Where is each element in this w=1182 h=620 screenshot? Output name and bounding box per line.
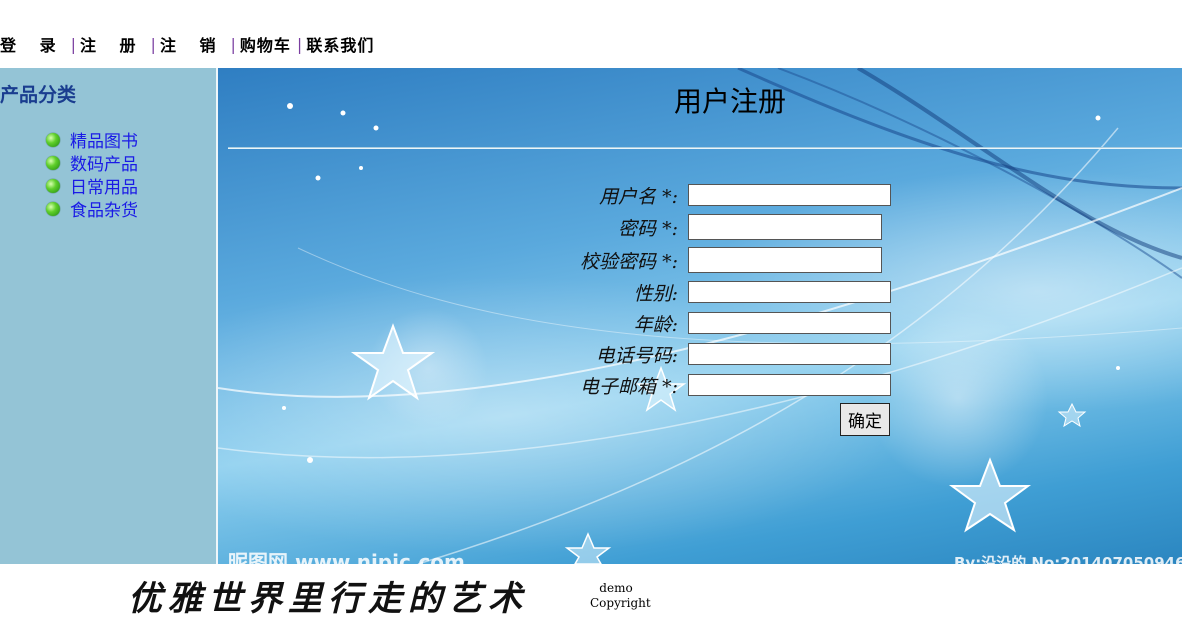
password-label: 密码 *: xyxy=(618,217,678,240)
form-row-email: 电子邮箱 *: xyxy=(218,372,1182,398)
age-label: 年龄: xyxy=(633,313,678,336)
submit-button[interactable]: 确定 xyxy=(840,403,890,436)
confirm-password-label: 校验密码 *: xyxy=(580,250,678,273)
form-row-age: 年龄: xyxy=(218,310,1182,336)
confirm-password-input[interactable] xyxy=(688,247,882,273)
category-item-books[interactable]: 精品图书 xyxy=(46,127,138,152)
nav-login[interactable]: 登 录 xyxy=(0,32,65,56)
phone-label: 电话号码: xyxy=(595,344,678,367)
nav-logout[interactable]: 注 销 xyxy=(160,32,225,56)
footer-slogan: 优雅世界里行走的艺术 xyxy=(128,579,528,619)
footer-demo-text: demo xyxy=(599,581,633,595)
green-ball-icon xyxy=(46,178,60,193)
watermark-left: 昵图网 www.nipic.com xyxy=(228,550,465,564)
nav-register[interactable]: 注 册 xyxy=(80,32,145,56)
title-divider xyxy=(228,147,1182,149)
phone-input[interactable] xyxy=(688,343,891,365)
nav-cart-link[interactable]: 购物车 xyxy=(240,32,291,56)
nav-separator: | xyxy=(70,34,76,54)
nav-contact[interactable]: 联系我们 xyxy=(306,32,374,56)
footer-copyright-text: Copyright xyxy=(590,596,651,610)
category-sidebar: 产品分类 精品图书 数码产品 日常用品 食品杂货 xyxy=(0,68,216,564)
form-row-password: 密码 *: xyxy=(218,213,1182,241)
nav-separator: | xyxy=(230,34,236,54)
category-link[interactable]: 日常用品 xyxy=(70,173,138,198)
category-list: 精品图书 数码产品 日常用品 食品杂货 xyxy=(46,127,138,221)
username-label: 用户名 *: xyxy=(599,185,678,208)
gender-input[interactable] xyxy=(688,281,891,303)
nav-contact-link[interactable]: 联系我们 xyxy=(306,32,374,56)
form-row-gender: 性别: xyxy=(218,279,1182,305)
category-item-food[interactable]: 食品杂货 xyxy=(46,196,138,221)
nav-login-link[interactable]: 登 录 xyxy=(0,32,65,56)
form-row-confirm-password: 校验密码 *: xyxy=(218,246,1182,274)
category-item-daily[interactable]: 日常用品 xyxy=(46,173,138,198)
nav-register-link[interactable]: 注 册 xyxy=(80,32,145,56)
nav-logout-link[interactable]: 注 销 xyxy=(160,32,225,56)
nav-cart[interactable]: 购物车 xyxy=(240,32,291,56)
nav-separator: | xyxy=(150,34,156,54)
age-input[interactable] xyxy=(688,312,891,334)
green-ball-icon xyxy=(46,132,60,147)
watermark-right: By:沿沿的 No:20140705094649 xyxy=(954,554,1182,564)
nav-separator: | xyxy=(296,34,303,54)
email-label: 电子邮箱 *: xyxy=(580,375,678,398)
green-ball-icon xyxy=(46,201,60,216)
green-ball-icon xyxy=(46,155,60,170)
category-link[interactable]: 食品杂货 xyxy=(70,196,138,221)
registration-panel: 用户注册 用户名 *: 密码 *: 校验密码 *: 性别: 年龄: 电话号码: … xyxy=(218,68,1182,564)
footer-info: demo Copyright xyxy=(590,581,651,611)
password-input[interactable] xyxy=(688,214,882,240)
username-input[interactable] xyxy=(688,184,891,206)
email-input[interactable] xyxy=(688,374,891,396)
category-link[interactable]: 精品图书 xyxy=(70,127,138,152)
form-row-phone: 电话号码: xyxy=(218,341,1182,367)
sidebar-title: 产品分类 xyxy=(0,84,77,106)
category-item-digital[interactable]: 数码产品 xyxy=(46,150,138,175)
top-nav: 登 录 | 注 册 | 注 销 | 购物车 | 联系我们 xyxy=(0,32,374,56)
form-row-username: 用户名 *: xyxy=(218,182,1182,208)
category-link[interactable]: 数码产品 xyxy=(70,150,138,175)
page-title: 用户注册 xyxy=(673,85,786,118)
gender-label: 性别: xyxy=(633,282,678,305)
